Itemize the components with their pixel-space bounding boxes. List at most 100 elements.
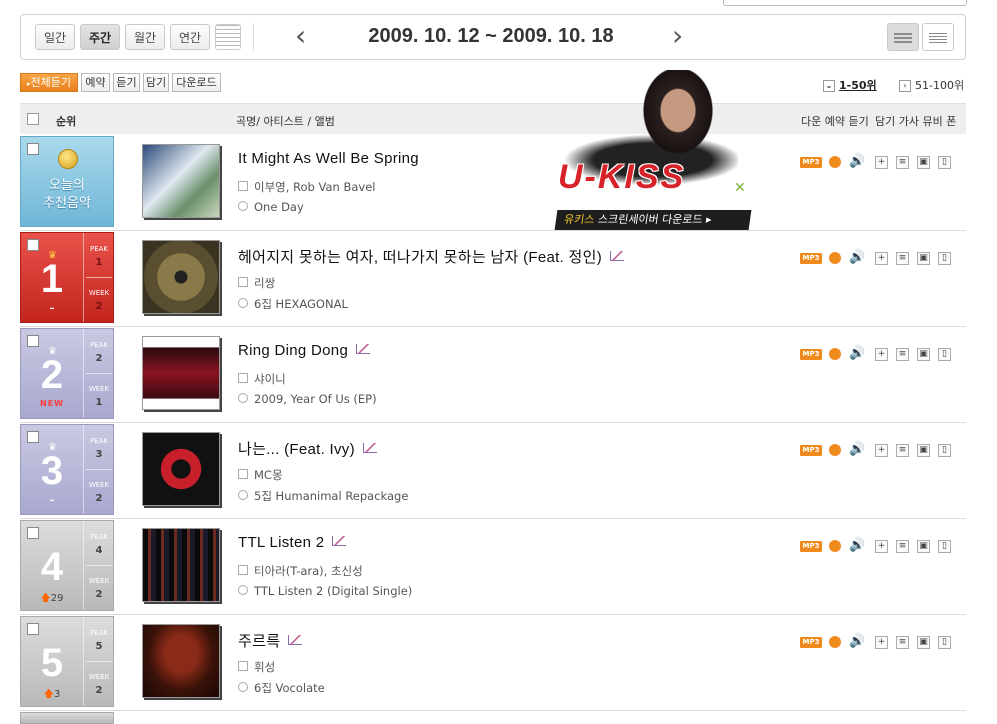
song-title[interactable]: 나는... (Feat. Ivy) — [238, 438, 377, 459]
album-name[interactable]: 6집 HEXAGONAL — [254, 297, 348, 311]
plus-icon[interactable]: + — [875, 636, 888, 649]
phone-icon[interactable]: ▯ — [938, 156, 951, 169]
plus-icon[interactable]: + — [875, 156, 888, 169]
play-all-button[interactable]: ▸전체듣기 — [20, 73, 78, 92]
album-cover[interactable] — [142, 240, 220, 314]
artist-name[interactable]: 리쌍 — [254, 276, 275, 290]
prev-period-button[interactable]: ‹ — [295, 21, 306, 51]
song-title-text[interactable]: 헤어지지 못하는 여자, 떠나가지 못하는 남자 (Feat. 정인) — [238, 249, 602, 266]
speaker-icon[interactable]: 🔊 — [849, 634, 865, 649]
tv-icon[interactable]: ▣ — [917, 252, 930, 265]
album[interactable]: 2009, Year Of Us (EP) — [238, 392, 377, 406]
speaker-icon[interactable]: 🔊 — [849, 538, 865, 553]
clock-icon[interactable] — [829, 156, 841, 168]
tab-yearly[interactable]: 연간 — [170, 24, 210, 50]
lyrics-icon[interactable]: ≡ — [896, 156, 909, 169]
add-button[interactable]: 담기 — [143, 73, 169, 92]
album[interactable]: TTL Listen 2 (Digital Single) — [238, 584, 412, 598]
artist[interactable]: 휘성 — [238, 659, 275, 675]
clock-icon[interactable] — [829, 636, 841, 648]
chart-trend-icon[interactable] — [356, 344, 371, 354]
plus-icon[interactable]: + — [875, 348, 888, 361]
song-title-text[interactable]: TTL Listen 2 — [238, 534, 324, 551]
row-checkbox[interactable] — [27, 431, 39, 443]
calendar-icon[interactable] — [215, 24, 241, 50]
clock-icon[interactable] — [829, 252, 841, 264]
ukiss-promo-banner[interactable]: U-KISS ✕ 유키스 스크린세이버 다운로드 ▸ — [538, 70, 758, 238]
album[interactable]: One Day — [238, 200, 304, 214]
album-name[interactable]: TTL Listen 2 (Digital Single) — [254, 584, 412, 598]
lyrics-icon[interactable]: ≡ — [896, 444, 909, 457]
plus-icon[interactable]: + — [875, 444, 888, 457]
mp3-download-icon[interactable]: MP3 — [800, 445, 822, 456]
tab-monthly[interactable]: 월간 — [125, 24, 165, 50]
speaker-icon[interactable]: 🔊 — [849, 346, 865, 361]
reserve-button[interactable]: 예약 — [81, 73, 110, 92]
phone-icon[interactable]: ▯ — [938, 444, 951, 457]
clock-icon[interactable] — [829, 444, 841, 456]
mp3-download-icon[interactable]: MP3 — [800, 157, 822, 168]
phone-icon[interactable]: ▯ — [938, 636, 951, 649]
album-name[interactable]: 6집 Vocolate — [254, 681, 325, 695]
tab-daily[interactable]: 일간 — [35, 24, 75, 50]
compact-view-button[interactable] — [922, 23, 954, 51]
album-name[interactable]: 2009, Year Of Us (EP) — [254, 392, 377, 406]
phone-icon[interactable]: ▯ — [938, 540, 951, 553]
album[interactable]: 5집 Humanimal Repackage — [238, 488, 408, 504]
song-title[interactable]: TTL Listen 2 — [238, 534, 347, 551]
select-all-checkbox[interactable] — [27, 113, 39, 125]
chart-trend-icon[interactable] — [362, 443, 377, 453]
chart-trend-icon[interactable] — [610, 251, 625, 261]
range-1-50-link[interactable]: ⌄ 1-50위 — [823, 77, 877, 93]
album-name[interactable]: 5집 Humanimal Repackage — [254, 489, 408, 503]
lyrics-icon[interactable]: ≡ — [896, 540, 909, 553]
row-checkbox[interactable] — [27, 143, 39, 155]
mp3-download-icon[interactable]: MP3 — [800, 253, 822, 264]
artist-name[interactable]: 샤이니 — [254, 372, 286, 386]
song-title-text[interactable]: 주르륵 — [238, 633, 280, 650]
row-checkbox[interactable] — [27, 527, 39, 539]
song-title[interactable]: It Might As Well Be Spring — [238, 150, 419, 167]
close-icon[interactable]: ✕ — [734, 180, 746, 196]
tv-icon[interactable]: ▣ — [917, 444, 930, 457]
mp3-download-icon[interactable]: MP3 — [800, 349, 822, 360]
song-title[interactable]: 주르륵 — [238, 630, 303, 651]
album-cover[interactable] — [142, 432, 220, 506]
phone-icon[interactable]: ▯ — [938, 252, 951, 265]
song-title-text[interactable]: 나는... (Feat. Ivy) — [238, 441, 355, 458]
artist[interactable]: MC몽 — [238, 467, 283, 483]
mp3-download-icon[interactable]: MP3 — [800, 541, 822, 552]
artist[interactable]: 샤이니 — [238, 371, 286, 387]
next-period-button[interactable]: › — [672, 21, 683, 51]
speaker-icon[interactable]: 🔊 — [849, 250, 865, 265]
mp3-download-icon[interactable]: MP3 — [800, 637, 822, 648]
album-cover[interactable] — [142, 144, 220, 218]
lyrics-icon[interactable]: ≡ — [896, 636, 909, 649]
chart-trend-icon[interactable] — [332, 536, 347, 546]
tab-weekly[interactable]: 주간 — [80, 24, 120, 50]
lyrics-icon[interactable]: ≡ — [896, 252, 909, 265]
album[interactable]: 6집 HEXAGONAL — [238, 296, 348, 312]
album-name[interactable]: One Day — [254, 200, 304, 214]
artist[interactable]: 티아라(T-ara), 초신성 — [238, 563, 363, 579]
download-button[interactable]: 다운로드 — [172, 73, 221, 92]
artist-name[interactable]: 휘성 — [254, 660, 275, 674]
tv-icon[interactable]: ▣ — [917, 636, 930, 649]
listen-button[interactable]: 듣기 — [113, 73, 140, 92]
screensaver-download-link[interactable]: 유키스 스크린세이버 다운로드 ▸ — [554, 210, 752, 230]
list-view-button[interactable] — [887, 23, 919, 51]
lyrics-icon[interactable]: ≡ — [896, 348, 909, 361]
song-title-text[interactable]: Ring Ding Dong — [238, 342, 348, 359]
row-checkbox[interactable] — [27, 335, 39, 347]
album-cover[interactable] — [142, 528, 220, 602]
artist-name[interactable]: 티아라(T-ara), 초신성 — [254, 564, 363, 578]
song-title-text[interactable]: It Might As Well Be Spring — [238, 150, 419, 167]
artist[interactable]: 리쌍 — [238, 275, 275, 291]
clock-icon[interactable] — [829, 348, 841, 360]
artist-name[interactable]: 이부영, Rob Van Bavel — [254, 180, 376, 194]
tv-icon[interactable]: ▣ — [917, 156, 930, 169]
artist[interactable]: 이부영, Rob Van Bavel — [238, 179, 376, 195]
range-51-100-link[interactable]: › 51-100위 — [899, 77, 964, 93]
song-title[interactable]: 헤어지지 못하는 여자, 떠나가지 못하는 남자 (Feat. 정인) — [238, 246, 625, 267]
artist-name[interactable]: MC몽 — [254, 468, 283, 482]
